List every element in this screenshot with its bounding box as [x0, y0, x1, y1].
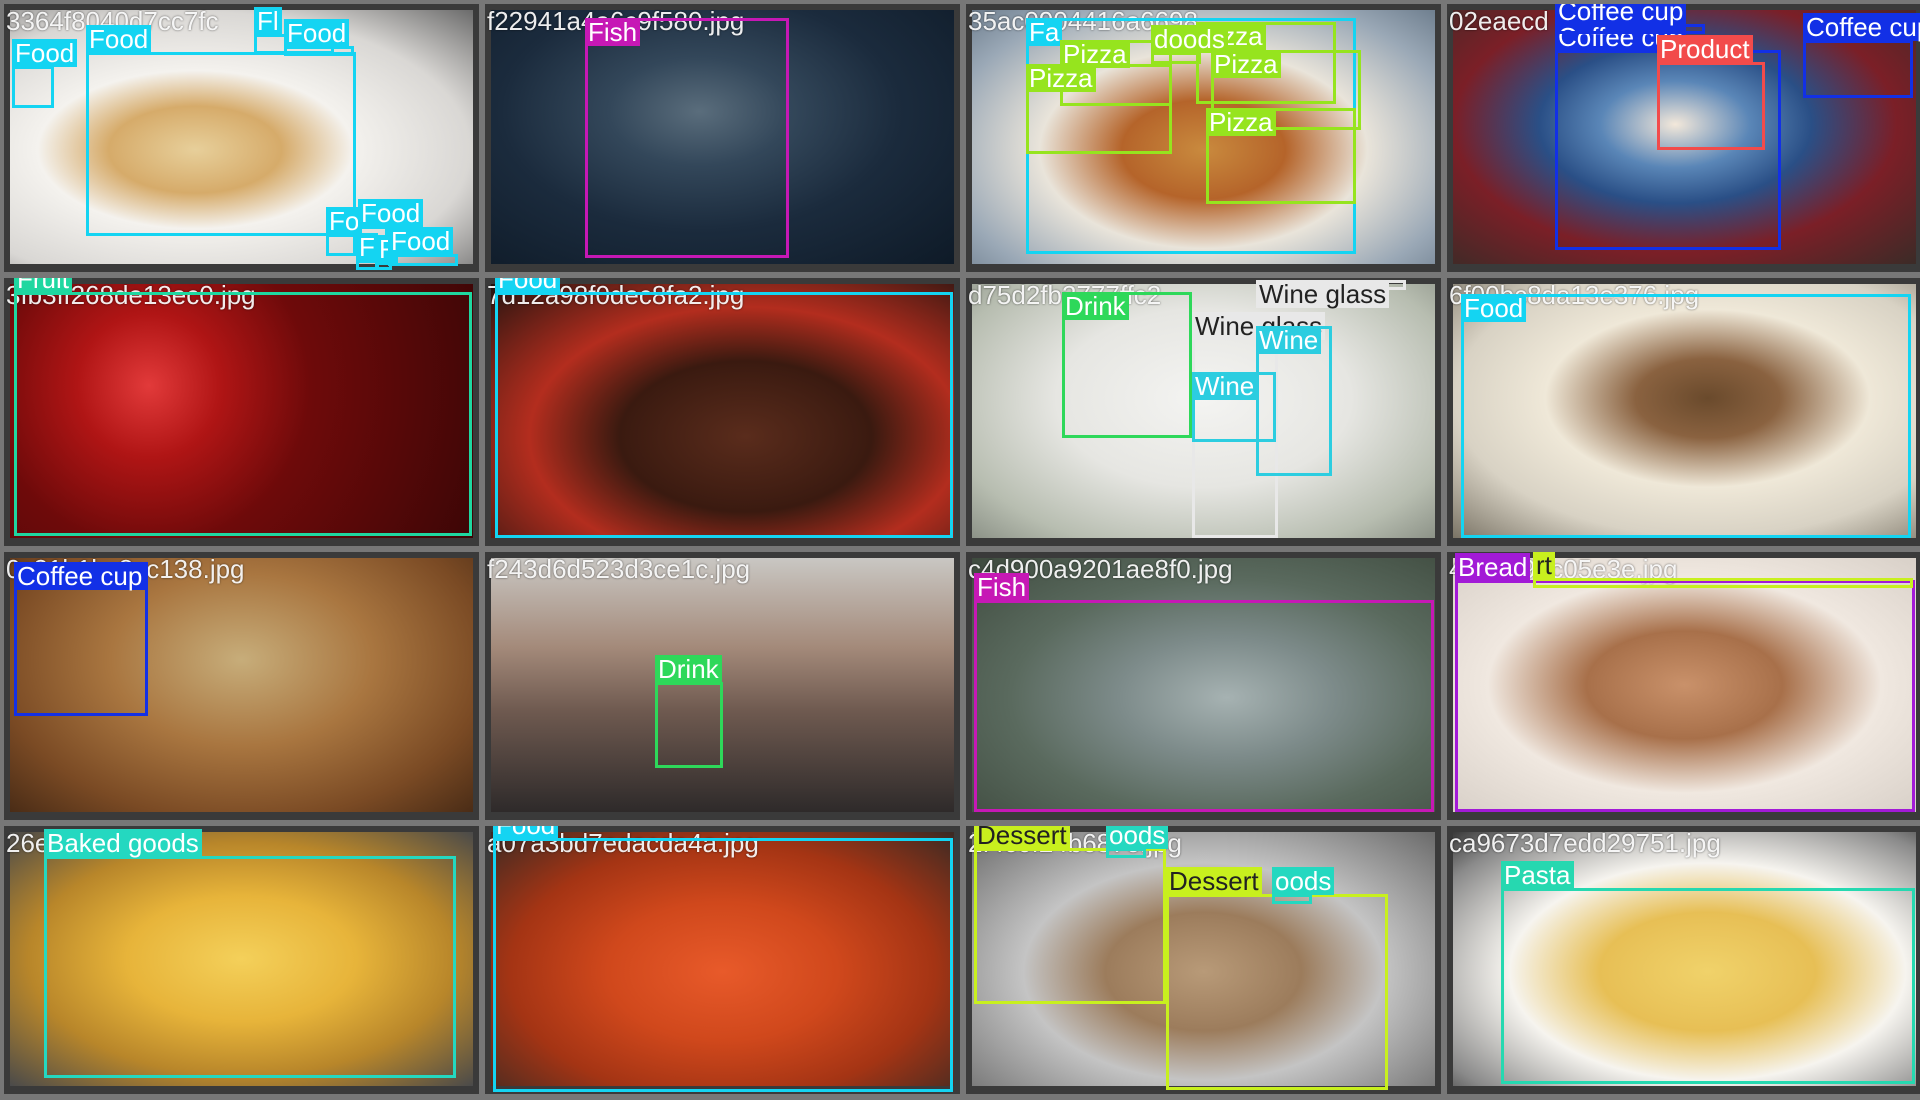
detection-box: Food: [284, 19, 354, 56]
detection-box: oods: [1272, 867, 1335, 904]
detection-label: Food: [12, 39, 78, 67]
detection-label: Pizza: [1206, 108, 1276, 136]
detection-label: Product: [1657, 35, 1753, 63]
detection-box: Product: [1657, 35, 1765, 150]
detection-mosaic: 3364f8040d7cc7fc Food Food Fl Food Fo Fo…: [0, 0, 1920, 1100]
detection-label: Baked goods: [44, 829, 202, 857]
detection-box: Pizza: [1026, 64, 1172, 154]
detection-label: Coffee cup: [1803, 13, 1920, 41]
image-tile[interactable]: 3364f8040d7cc7fc Food Food Fl Food Fo Fo…: [4, 4, 479, 272]
image-tile[interactable]: f22941a4a6c9f580.jpg Fish: [485, 4, 960, 272]
image-tile[interactable]: 26ec2e1d4b.jpg Baked goods: [4, 826, 479, 1094]
detection-box: Wine glass: [1256, 280, 1406, 308]
detection-label: F: [356, 233, 378, 261]
detection-label: Wine: [1256, 326, 1322, 354]
detection-label: Food: [493, 826, 559, 839]
detection-label: Food: [1461, 294, 1527, 322]
detection-box: Wine: [1192, 372, 1276, 442]
detection-box: Pizza: [1206, 108, 1356, 204]
image-tile[interactable]: d75d2fb3777ffc2 Drink Wine glass Wine gl…: [966, 278, 1441, 546]
detection-box: Dessert: [1166, 867, 1388, 1090]
detection-box: Coffee cup: [1555, 4, 1705, 34]
detection-label: Bread: [1455, 553, 1531, 581]
detection-box: Dessert: [974, 826, 1166, 1004]
detection-label: doods: [1151, 25, 1228, 53]
image-tile[interactable]: 3fb3ff268de13ec0.jpg Fruit: [4, 278, 479, 546]
detection-label: Wine: [1192, 372, 1258, 400]
detection-box: Food: [388, 227, 458, 266]
detection-box: Food: [1461, 294, 1911, 538]
detection-box: oods: [1106, 826, 1169, 858]
detection-label: Food: [388, 227, 454, 255]
image-tile[interactable]: 2f4c6f24b6876.jpg Dessert oods Dessert o…: [966, 826, 1441, 1094]
detection-box: F: [356, 233, 378, 270]
detection-label: Fruit: [14, 278, 72, 293]
image-tile[interactable]: 6f00bc8da13e376.jpg Food: [1447, 278, 1920, 546]
detection-box: Food: [12, 39, 78, 108]
image-tile[interactable]: 35ac0904416a6698 Fa Pizza Pizza Pizza Pi…: [966, 4, 1441, 272]
image-tile[interactable]: ca9673d7edd29751.jpg Pasta: [1447, 826, 1920, 1094]
image-tile[interactable]: 02eaecd Coffee cup Coffee cup Product Co…: [1447, 4, 1920, 272]
detection-label: Drink: [655, 655, 722, 683]
detection-box: Drink: [1062, 292, 1192, 438]
detection-label: Dessert: [1166, 867, 1262, 895]
detection-box: Fruit: [14, 278, 472, 536]
detection-label: Food: [358, 199, 424, 227]
image-tile[interactable]: f243d6d523d3ce1c.jpg Drink: [485, 552, 960, 820]
detection-box: Bread: [1455, 553, 1915, 812]
image-tile[interactable]: 0c31b1bc8cc138.jpg Coffee cup: [4, 552, 479, 820]
detection-label: Dessert: [974, 826, 1070, 849]
image-tile[interactable]: a07a3bd7edacda4a.jpg Food: [485, 826, 960, 1094]
detection-label: Pizza: [1026, 64, 1096, 92]
detection-label: Coffee cup: [1555, 4, 1687, 25]
image-tile[interactable]: c4d900a9201ae8f0.jpg Fish: [966, 552, 1441, 820]
detection-label: Fish: [974, 573, 1030, 601]
detection-label: Fl: [254, 7, 282, 35]
detection-box: Coffee cup: [1803, 13, 1920, 98]
image-filename: ca9673d7edd29751.jpg: [1449, 828, 1721, 858]
detection-box: doods: [1151, 25, 1228, 64]
detection-label: Wine glass: [1256, 280, 1390, 308]
detection-label: Drink: [1062, 292, 1129, 320]
detection-box: Fo: [326, 207, 363, 256]
image-tile[interactable]: 4ba0d98c05e3e.jpg Bread rt: [1447, 552, 1920, 820]
image-tile[interactable]: 7d12a98f0dec8fa2.jpg Food: [485, 278, 960, 546]
detection-box: Food: [86, 25, 356, 236]
image-filename: 02eaecd: [1449, 6, 1549, 36]
detection-label: oods: [1272, 867, 1335, 895]
image-filename: f243d6d523d3ce1c.jpg: [487, 554, 751, 584]
detection-label: Coffee cup: [14, 562, 146, 590]
detection-box: rt: [1533, 552, 1913, 588]
detection-label: Food: [86, 25, 152, 53]
detection-box: Coffee cup: [14, 562, 148, 716]
detection-box: Drink: [655, 655, 723, 768]
detection-label: rt: [1533, 552, 1555, 579]
detection-box: Fish: [974, 573, 1434, 812]
detection-label: Pasta: [1501, 861, 1574, 889]
detection-label: Food: [495, 278, 561, 293]
detection-label: Fa: [1026, 18, 1063, 46]
detection-box: Food: [493, 826, 953, 1092]
detection-box: Fish: [585, 18, 789, 258]
detection-box: Baked goods: [44, 829, 456, 1078]
detection-label: Fo: [326, 207, 363, 235]
detection-box: Pasta: [1501, 861, 1915, 1084]
detection-label: Pizza: [1211, 50, 1281, 78]
detection-label: Fish: [585, 18, 641, 46]
detection-box: Food: [495, 278, 953, 538]
detection-label: oods: [1106, 826, 1169, 849]
detection-label: Food: [284, 19, 350, 47]
